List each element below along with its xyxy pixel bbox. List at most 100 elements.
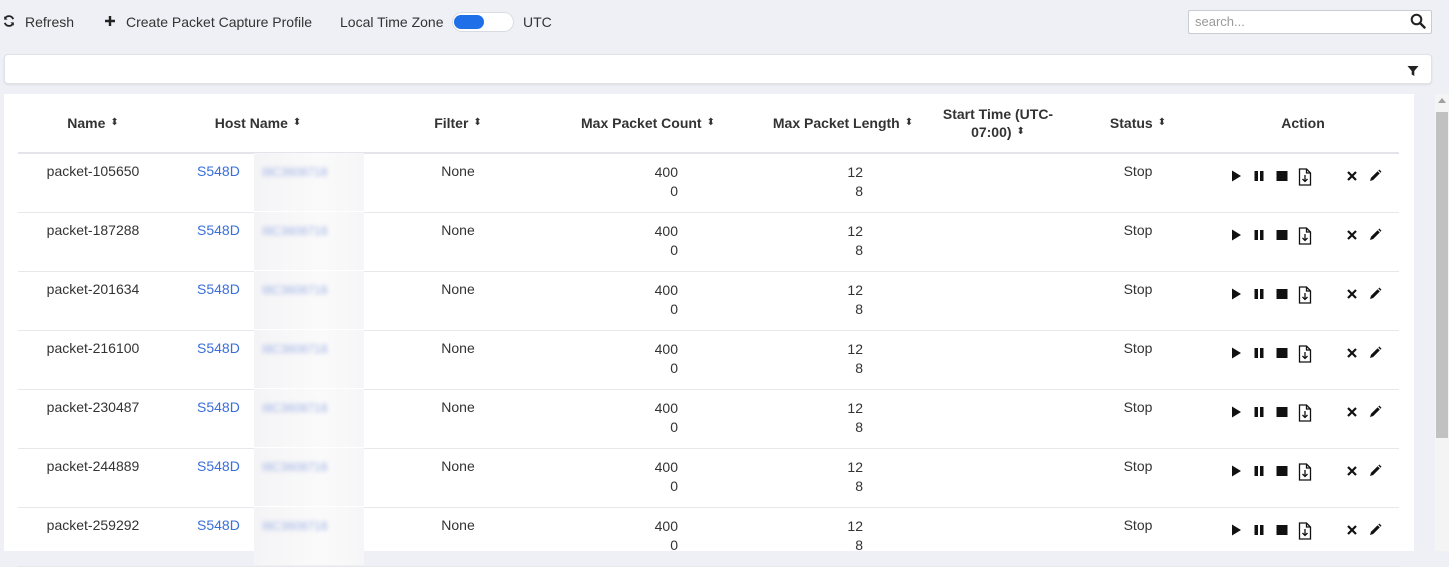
download-file-button[interactable] — [1297, 168, 1313, 186]
cell-status: Stop — [1123, 222, 1153, 238]
stop-button[interactable] — [1274, 522, 1290, 538]
play-button[interactable] — [1228, 404, 1244, 420]
host-name-link[interactable]: S548D — [197, 163, 240, 179]
download-file-icon — [1297, 168, 1313, 186]
column-header-start-time[interactable]: Start Time (UTC- 07:00) ⬍ — [928, 94, 1068, 152]
pause-icon — [1251, 404, 1267, 420]
toggle-knob — [454, 15, 484, 29]
edit-button[interactable] — [1367, 168, 1383, 184]
play-icon — [1228, 168, 1244, 184]
download-file-button[interactable] — [1297, 522, 1313, 540]
delete-button[interactable] — [1344, 463, 1360, 479]
stop-button[interactable] — [1274, 168, 1290, 184]
cell-status: Stop — [1123, 399, 1153, 415]
row-actions — [1228, 226, 1390, 245]
delete-button[interactable] — [1344, 286, 1360, 302]
pause-icon — [1251, 463, 1267, 479]
cell-max-packet-length: 12 8 — [847, 164, 863, 199]
create-packet-capture-profile-button[interactable]: Create Packet Capture Profile — [104, 0, 312, 44]
download-file-icon — [1297, 463, 1313, 481]
delete-icon — [1344, 404, 1360, 420]
delete-button[interactable] — [1344, 227, 1360, 243]
stop-button[interactable] — [1274, 286, 1290, 302]
table-row: packet-105650 S548D I8C3608718 None 400 0 12 8 S… — [18, 153, 1399, 213]
pause-button[interactable] — [1251, 168, 1267, 184]
host-name-redacted: I8C3608718 — [262, 224, 328, 238]
delete-button[interactable] — [1344, 345, 1360, 361]
column-header-name[interactable]: Name ⬍ — [18, 94, 168, 152]
cell-max-packet-length: 12 8 — [847, 223, 863, 258]
stop-button[interactable] — [1274, 404, 1290, 420]
delete-button[interactable] — [1344, 522, 1360, 538]
host-name-link[interactable]: S548D — [197, 222, 240, 238]
sort-icon: ⬍ — [110, 117, 119, 128]
pause-button[interactable] — [1251, 345, 1267, 361]
column-header-status[interactable]: Status ⬍ — [1078, 94, 1198, 152]
host-name-link[interactable]: S548D — [197, 458, 240, 474]
edit-icon — [1367, 463, 1383, 479]
play-button[interactable] — [1228, 522, 1244, 538]
play-button[interactable] — [1228, 463, 1244, 479]
cell-max-packet-count: 400 0 — [654, 282, 678, 317]
edit-button[interactable] — [1367, 345, 1383, 361]
redacted-region — [254, 507, 364, 565]
download-file-button[interactable] — [1297, 345, 1313, 363]
cell-max-packet-length: 12 8 — [847, 341, 863, 376]
stop-button[interactable] — [1274, 227, 1290, 243]
play-button[interactable] — [1228, 168, 1244, 184]
edit-icon — [1367, 227, 1383, 243]
refresh-button[interactable]: Refresh — [3, 0, 74, 44]
redacted-region — [254, 212, 364, 270]
pause-button[interactable] — [1251, 463, 1267, 479]
edit-button[interactable] — [1367, 522, 1383, 538]
play-icon — [1228, 522, 1244, 538]
sort-icon: ⬍ — [1157, 117, 1167, 128]
delete-button[interactable] — [1344, 168, 1360, 184]
column-header-host-name[interactable]: Host Name ⬍ — [178, 94, 338, 152]
delete-icon — [1344, 345, 1360, 361]
pause-button[interactable] — [1251, 227, 1267, 243]
play-button[interactable] — [1228, 227, 1244, 243]
column-header-filter[interactable]: Filter ⬍ — [398, 94, 518, 152]
pause-button[interactable] — [1251, 404, 1267, 420]
cell-name: packet-201634 — [46, 281, 140, 297]
host-name-link[interactable]: S548D — [197, 281, 240, 297]
column-header-max-packet-length[interactable]: Max Packet Length ⬍ — [748, 94, 938, 152]
download-file-icon — [1297, 522, 1313, 540]
filter-icon[interactable] — [1407, 64, 1419, 76]
pause-icon — [1251, 286, 1267, 302]
vertical-scrollbar[interactable] — [1435, 94, 1449, 551]
table-row: packet-187288 S548D I8C3608718 None 400 0 12 8 S… — [18, 212, 1399, 272]
search-input[interactable] — [1189, 11, 1405, 31]
edit-button[interactable] — [1367, 404, 1383, 420]
delete-button[interactable] — [1344, 404, 1360, 420]
download-file-button[interactable] — [1297, 404, 1313, 422]
edit-button[interactable] — [1367, 227, 1383, 243]
download-file-button[interactable] — [1297, 286, 1313, 304]
table-row: packet-201634 S548D I8C3608718 None 400 0 12 8 S… — [18, 271, 1399, 331]
edit-button[interactable] — [1367, 463, 1383, 479]
play-button[interactable] — [1228, 286, 1244, 302]
scroll-up-arrow-icon[interactable] — [1438, 98, 1446, 103]
pause-icon — [1251, 168, 1267, 184]
timezone-toggle[interactable] — [452, 12, 514, 32]
host-name-link[interactable]: S548D — [197, 517, 240, 533]
column-header-max-packet-count[interactable]: Max Packet Count ⬍ — [558, 94, 738, 152]
play-button[interactable] — [1228, 345, 1244, 361]
stop-button[interactable] — [1274, 463, 1290, 479]
table-row: packet-230487 S548D I8C3608718 None 400 0 12 8 S… — [18, 389, 1399, 449]
sort-icon: ⬍ — [706, 117, 715, 128]
search-icon[interactable] — [1410, 13, 1426, 29]
redacted-region — [254, 389, 364, 447]
edit-button[interactable] — [1367, 286, 1383, 302]
pause-button[interactable] — [1251, 522, 1267, 538]
host-name-link[interactable]: S548D — [197, 340, 240, 356]
download-file-button[interactable] — [1297, 463, 1313, 481]
pause-button[interactable] — [1251, 286, 1267, 302]
download-file-button[interactable] — [1297, 227, 1313, 245]
row-actions — [1228, 285, 1390, 304]
scroll-thumb[interactable] — [1436, 112, 1448, 438]
redacted-region — [254, 271, 364, 329]
host-name-link[interactable]: S548D — [197, 399, 240, 415]
stop-button[interactable] — [1274, 345, 1290, 361]
